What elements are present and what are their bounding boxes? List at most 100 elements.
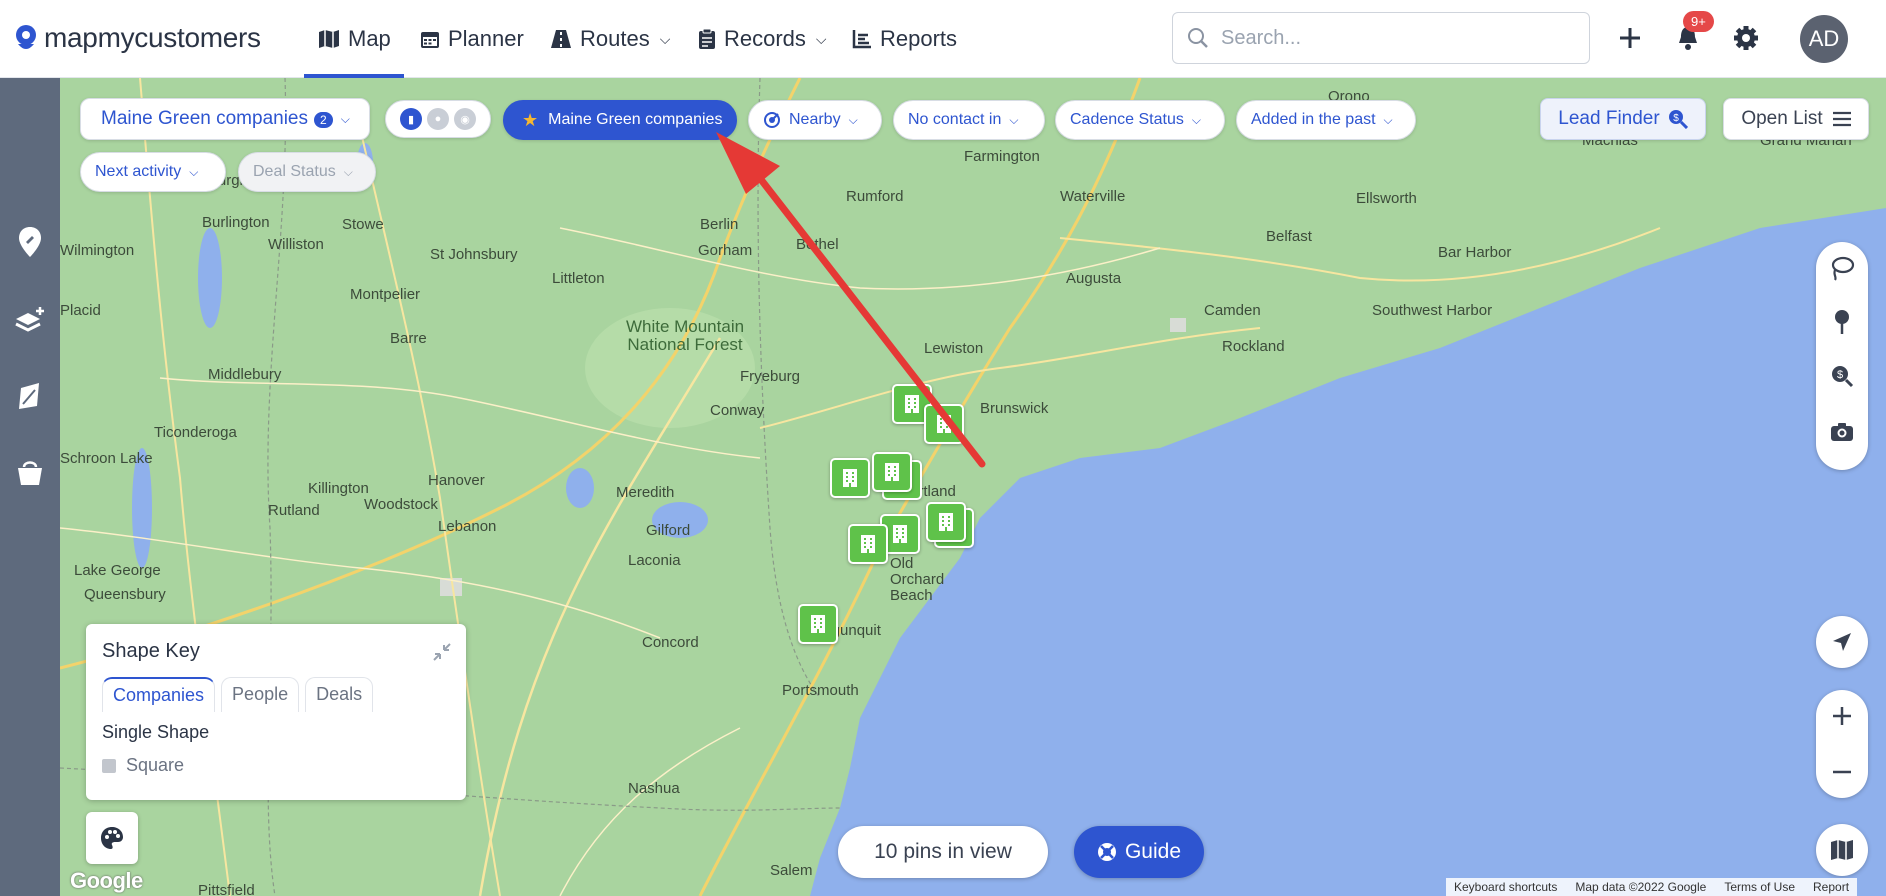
svg-text:$: $: [1673, 113, 1679, 124]
notification-badge: 9+: [1683, 11, 1714, 32]
avatar[interactable]: AD: [1800, 15, 1848, 63]
next-activity-label: Next activity: [95, 163, 182, 180]
company-pin[interactable]: [926, 502, 966, 542]
company-pin[interactable]: [924, 404, 964, 444]
nav-item-records[interactable]: Records ⌵: [698, 0, 827, 78]
company-pin[interactable]: [872, 452, 912, 492]
map-tools: $: [1816, 242, 1868, 470]
map-type-button[interactable]: [1816, 824, 1868, 876]
sidebar-item-lasso[interactable]: [10, 452, 50, 492]
person-entity-icon[interactable]: ●: [427, 108, 449, 130]
company-entity-icon[interactable]: ▮: [400, 108, 422, 130]
entity-type-toggle[interactable]: ▮ ● ◉: [385, 100, 491, 138]
next-activity-filter[interactable]: Next activity ⌵: [80, 152, 226, 192]
settings-button[interactable]: [1726, 18, 1766, 58]
zoom-in-button[interactable]: [1822, 696, 1862, 736]
nearby-label: Nearby: [789, 111, 841, 128]
search-dollar-icon: $: [1668, 110, 1688, 129]
sidebar-item-pins[interactable]: [10, 222, 50, 262]
sidebar-item-territories[interactable]: [10, 376, 50, 416]
chevron-down-icon: ⌵: [815, 30, 827, 47]
clipboard-icon: [699, 28, 715, 49]
nav-label-reports: Reports: [880, 26, 958, 51]
left-sidebar: [0, 78, 60, 896]
map-icon: [319, 30, 339, 48]
guide-label: Guide: [1124, 840, 1182, 863]
search-dollar-icon: $: [1832, 366, 1854, 388]
no-contact-label: No contact in: [908, 111, 1002, 128]
zoom-out-button[interactable]: [1822, 752, 1862, 792]
nearby-filter[interactable]: Nearby ⌵: [748, 100, 882, 140]
map-canvas[interactable]: Plattsburgh Burlington Stowe St Johnsbur…: [60, 78, 1886, 896]
company-pin[interactable]: [830, 458, 870, 498]
search-input[interactable]: [1221, 26, 1561, 50]
drop-pin-tool[interactable]: [1822, 302, 1862, 342]
company-pin[interactable]: [798, 604, 838, 644]
added-in-past-filter[interactable]: Added in the past ⌵: [1236, 100, 1416, 140]
chevron-down-icon: ⌵: [848, 112, 858, 127]
tab-people[interactable]: People: [221, 677, 300, 712]
shape-key-title: Shape Key: [102, 640, 200, 662]
no-contact-filter[interactable]: No contact in ⌵: [893, 100, 1045, 140]
collapse-button[interactable]: [432, 642, 452, 667]
open-list-label: Open List: [1741, 108, 1823, 129]
layers-add-icon: [15, 307, 44, 332]
saved-view-selector[interactable]: Maine Green companies 2 ⌵: [80, 98, 370, 140]
deal-entity-icon[interactable]: ◉: [454, 108, 476, 130]
chevron-down-icon: ⌵: [1383, 112, 1393, 127]
guide-button[interactable]: Guide: [1074, 826, 1204, 878]
minus-icon: [1833, 770, 1851, 774]
terms-link[interactable]: Terms of Use: [1724, 880, 1795, 894]
screenshot-tool[interactable]: [1822, 412, 1862, 452]
tab-deals[interactable]: Deals: [305, 677, 374, 712]
radar-icon: [764, 112, 780, 128]
add-button[interactable]: [1610, 18, 1650, 58]
tab-companies[interactable]: Companies: [102, 677, 216, 712]
plus-icon: [1833, 707, 1851, 725]
square-shape-icon: [102, 758, 116, 773]
group-filter-pill[interactable]: ★ Maine Green companies: [503, 100, 737, 140]
building-icon: [939, 513, 953, 531]
nav-item-map[interactable]: Map: [318, 0, 391, 78]
gear-icon: [1734, 26, 1758, 50]
svg-text:$: $: [1837, 369, 1843, 381]
saved-view-name: Maine Green companies: [101, 108, 308, 129]
color-key-button[interactable]: [86, 812, 138, 864]
open-list-button[interactable]: Open List: [1723, 98, 1869, 140]
chevron-down-icon: ⌵: [1191, 112, 1201, 127]
building-icon: [885, 463, 899, 481]
nav-item-reports[interactable]: Reports: [852, 0, 957, 78]
deal-status-label: Deal Status: [253, 163, 336, 180]
shape-key-panel: Shape Key Companies People Deals Single …: [86, 624, 466, 800]
my-location-button[interactable]: [1816, 616, 1868, 668]
lasso-tool[interactable]: [1822, 248, 1862, 288]
building-icon: [937, 415, 951, 433]
shape-legend-label: Square: [126, 755, 185, 775]
sidebar-item-layers[interactable]: [10, 300, 50, 340]
chevron-down-icon: ⌵: [659, 30, 671, 47]
chevron-down-icon: ⌵: [340, 111, 350, 126]
cadence-status-filter[interactable]: Cadence Status ⌵: [1055, 100, 1225, 140]
company-pin[interactable]: [848, 524, 888, 564]
chart-icon: [852, 30, 871, 49]
chevron-down-icon: ⌵: [343, 164, 353, 179]
keyboard-shortcuts-link[interactable]: Keyboard shortcuts: [1454, 880, 1557, 894]
shape-key-tabs: Companies People Deals: [102, 677, 450, 712]
nav-item-planner[interactable]: Planner: [420, 0, 524, 78]
building-icon: [905, 395, 919, 413]
basket-icon: [18, 461, 42, 485]
nav-item-routes[interactable]: Routes ⌵: [550, 0, 670, 78]
search-box[interactable]: [1172, 12, 1590, 64]
google-logo: Google: [70, 868, 143, 893]
pin-logo-icon: [16, 25, 36, 49]
building-icon: [843, 469, 857, 487]
search-icon: [1188, 28, 1208, 48]
lead-finder-button[interactable]: Lead Finder $: [1540, 98, 1706, 140]
map-data-text: Map data ©2022 Google: [1575, 880, 1707, 894]
search-area-tool[interactable]: $: [1822, 356, 1862, 396]
deal-status-filter[interactable]: Deal Status ⌵: [238, 152, 376, 192]
chevron-down-icon: ⌵: [1009, 112, 1019, 127]
logo[interactable]: mapmycustomers: [14, 22, 261, 54]
report-link[interactable]: Report: [1813, 880, 1849, 894]
map-attribution: Keyboard shortcuts Map data ©2022 Google…: [1446, 878, 1858, 896]
